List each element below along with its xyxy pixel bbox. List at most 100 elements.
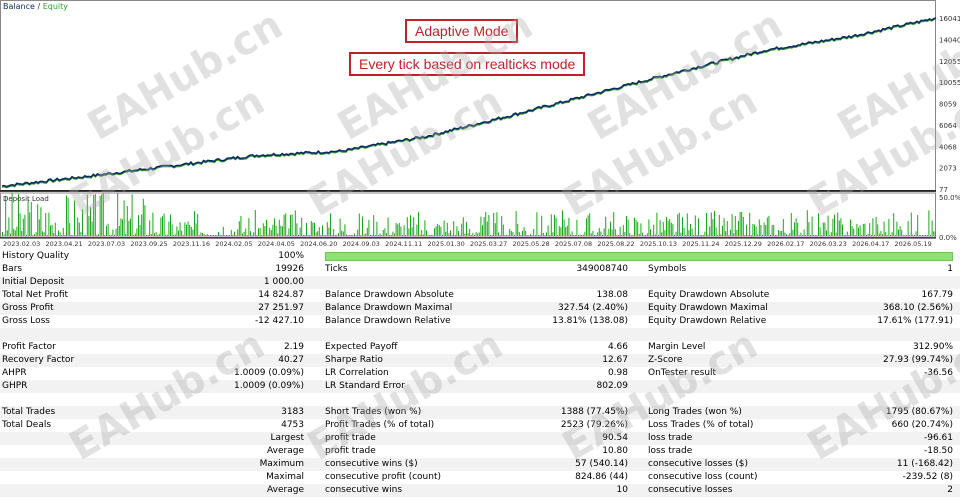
- load-bar: [366, 227, 368, 236]
- load-bar: [677, 214, 679, 236]
- load-bar: [662, 222, 664, 236]
- load-bar: [670, 222, 672, 236]
- load-bar: [880, 231, 882, 236]
- load-bar: [229, 235, 231, 236]
- row-label: Balance Drawdown Relative: [325, 316, 451, 326]
- load-bar: [61, 235, 63, 236]
- load-bar: [253, 232, 255, 236]
- load-bar: [213, 235, 215, 236]
- load-bar: [325, 235, 327, 236]
- load-bar: [550, 214, 552, 236]
- row-value: 167.79: [921, 290, 954, 300]
- load-bar: [320, 235, 322, 236]
- load-bar: [802, 235, 803, 236]
- load-bar: [914, 235, 915, 236]
- load-bar: [686, 213, 688, 236]
- load-bar: [616, 235, 618, 236]
- x-axis-label: 2025.11.24: [682, 240, 719, 248]
- load-bar: [381, 235, 383, 236]
- load-bar: [568, 217, 570, 236]
- load-bar: [430, 235, 432, 236]
- load-bar: [333, 228, 335, 236]
- load-bar: [696, 235, 698, 236]
- load-bar: [146, 235, 147, 236]
- load-bar: [605, 216, 607, 236]
- load-bar: [890, 235, 891, 236]
- row-label: Balance Drawdown Maximal: [325, 303, 453, 313]
- load-bar: [144, 205, 146, 236]
- load-bar: [379, 233, 381, 236]
- row-value: 802.09: [596, 381, 629, 391]
- load-bar: [728, 235, 730, 236]
- load-bar: [702, 235, 704, 236]
- load-bar: [579, 234, 581, 236]
- load-bar: [917, 215, 919, 236]
- load-bar: [459, 235, 461, 236]
- history-quality-value: 100%: [278, 251, 304, 261]
- load-bar: [40, 207, 42, 236]
- load-bar: [507, 235, 509, 236]
- load-bar: [518, 232, 520, 236]
- load-bar: [58, 230, 59, 236]
- x-axis-label: 2025.01.30: [428, 240, 465, 248]
- load-bar: [480, 216, 482, 236]
- load-bar: [443, 220, 445, 236]
- row-value: 0.98: [607, 368, 628, 378]
- load-bar: [384, 228, 386, 236]
- load-bar: [179, 222, 181, 236]
- load-bar: [666, 216, 667, 236]
- load-bar: [2, 231, 3, 236]
- load-bar: [691, 228, 693, 236]
- load-bar: [374, 235, 376, 236]
- load-bar: [424, 220, 426, 236]
- row-value: [500, 393, 628, 406]
- load-bar: [314, 222, 315, 236]
- load-bar: [472, 232, 474, 236]
- load-bar: [744, 235, 746, 236]
- load-bar: [227, 235, 229, 236]
- table-row: Total Trades 3183 Short Trades (won %) 1388…: [0, 406, 960, 419]
- load-bar: [851, 226, 853, 236]
- load-bar: [546, 232, 547, 236]
- load-bar: [826, 230, 827, 236]
- load-bar: [21, 231, 23, 236]
- x-axis-label: 2023.02.03: [3, 240, 40, 248]
- load-bar: [96, 235, 98, 236]
- load-bar: [363, 234, 365, 236]
- load-bar: [267, 234, 269, 236]
- row-label: [325, 276, 525, 289]
- load-bar: [75, 235, 77, 236]
- x-axis-label: 2024.02.05: [215, 240, 252, 248]
- load-bar: [328, 227, 330, 236]
- load-bar: [26, 235, 27, 236]
- row-value: [800, 393, 953, 406]
- load-bar: [117, 193, 119, 236]
- load-bar: [222, 226, 224, 236]
- deposit-top-label: 50.0%: [939, 194, 960, 202]
- load-bar: [237, 229, 239, 236]
- load-bar: [286, 235, 288, 236]
- load-bar: [528, 235, 530, 236]
- load-bar: [382, 230, 384, 236]
- load-bar: [91, 221, 93, 236]
- load-bar: [450, 230, 451, 236]
- load-bar: [610, 221, 611, 236]
- load-bar: [322, 225, 323, 236]
- load-bar: [106, 225, 107, 236]
- legend: Balance / Equity: [3, 2, 68, 11]
- load-bar: [664, 230, 666, 236]
- load-bar: [293, 235, 295, 236]
- load-bar: [667, 220, 669, 236]
- load-bar: [282, 226, 283, 236]
- load-bar: [421, 230, 423, 236]
- row-label: Gross Loss: [2, 316, 50, 326]
- load-bar: [512, 232, 514, 236]
- row-value: 1.0009 (0.09%): [234, 381, 304, 391]
- row-value: 17.61% (177.91): [877, 316, 953, 326]
- load-bar: [288, 228, 290, 236]
- load-bar: [392, 231, 394, 236]
- load-bar: [390, 235, 392, 236]
- row-value: 13.81% (138.08): [552, 316, 628, 326]
- row-value: [200, 328, 304, 341]
- load-bar: [190, 226, 192, 236]
